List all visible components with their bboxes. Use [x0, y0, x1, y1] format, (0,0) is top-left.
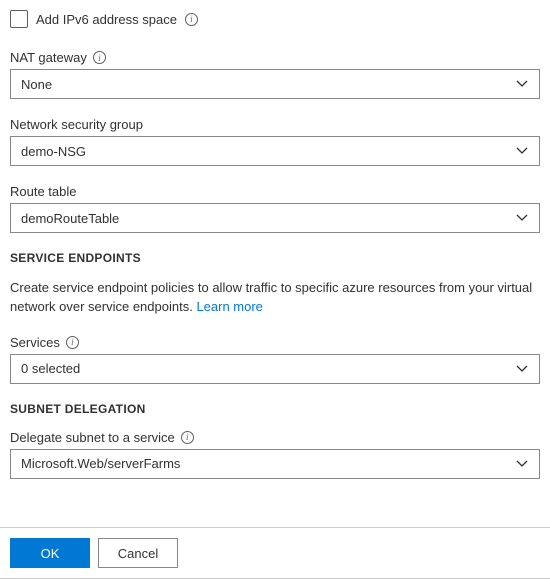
route-table-value: demoRouteTable	[21, 211, 119, 226]
nat-gateway-field: NAT gateway i None	[10, 50, 540, 99]
chevron-down-icon	[515, 362, 529, 376]
footer: OK Cancel	[0, 527, 550, 579]
services-field: Services i 0 selected	[10, 335, 540, 384]
info-icon[interactable]: i	[66, 336, 79, 349]
services-label: Services	[10, 335, 60, 350]
chevron-down-icon	[515, 457, 529, 471]
ok-button[interactable]: OK	[10, 538, 90, 568]
delegate-field: Delegate subnet to a service i Microsoft…	[10, 430, 540, 479]
chevron-down-icon	[515, 144, 529, 158]
subnet-delegation-heading: SUBNET DELEGATION	[10, 402, 540, 416]
ipv6-checkbox-label: Add IPv6 address space	[36, 12, 177, 27]
ipv6-checkbox[interactable]	[10, 10, 28, 28]
nsg-field: Network security group demo-NSG	[10, 117, 540, 166]
info-icon[interactable]: i	[181, 431, 194, 444]
chevron-down-icon	[515, 77, 529, 91]
service-endpoints-text: Create service endpoint policies to allo…	[10, 279, 540, 317]
chevron-down-icon	[515, 211, 529, 225]
nsg-value: demo-NSG	[21, 144, 86, 159]
info-icon[interactable]: i	[93, 51, 106, 64]
services-select[interactable]: 0 selected	[10, 354, 540, 384]
info-icon[interactable]: i	[185, 13, 198, 26]
delegate-value: Microsoft.Web/serverFarms	[21, 456, 180, 471]
route-table-field: Route table demoRouteTable	[10, 184, 540, 233]
learn-more-link[interactable]: Learn more	[196, 299, 262, 314]
nsg-label: Network security group	[10, 117, 143, 132]
route-table-select[interactable]: demoRouteTable	[10, 203, 540, 233]
nat-gateway-value: None	[21, 77, 52, 92]
route-table-label: Route table	[10, 184, 77, 199]
delegate-label: Delegate subnet to a service	[10, 430, 175, 445]
nat-gateway-select[interactable]: None	[10, 69, 540, 99]
cancel-button[interactable]: Cancel	[98, 538, 178, 568]
nsg-select[interactable]: demo-NSG	[10, 136, 540, 166]
ipv6-checkbox-row: Add IPv6 address space i	[10, 10, 540, 28]
nat-gateway-label: NAT gateway	[10, 50, 87, 65]
delegate-select[interactable]: Microsoft.Web/serverFarms	[10, 449, 540, 479]
services-value: 0 selected	[21, 361, 80, 376]
service-endpoints-body: Create service endpoint policies to allo…	[10, 280, 532, 314]
service-endpoints-heading: SERVICE ENDPOINTS	[10, 251, 540, 265]
